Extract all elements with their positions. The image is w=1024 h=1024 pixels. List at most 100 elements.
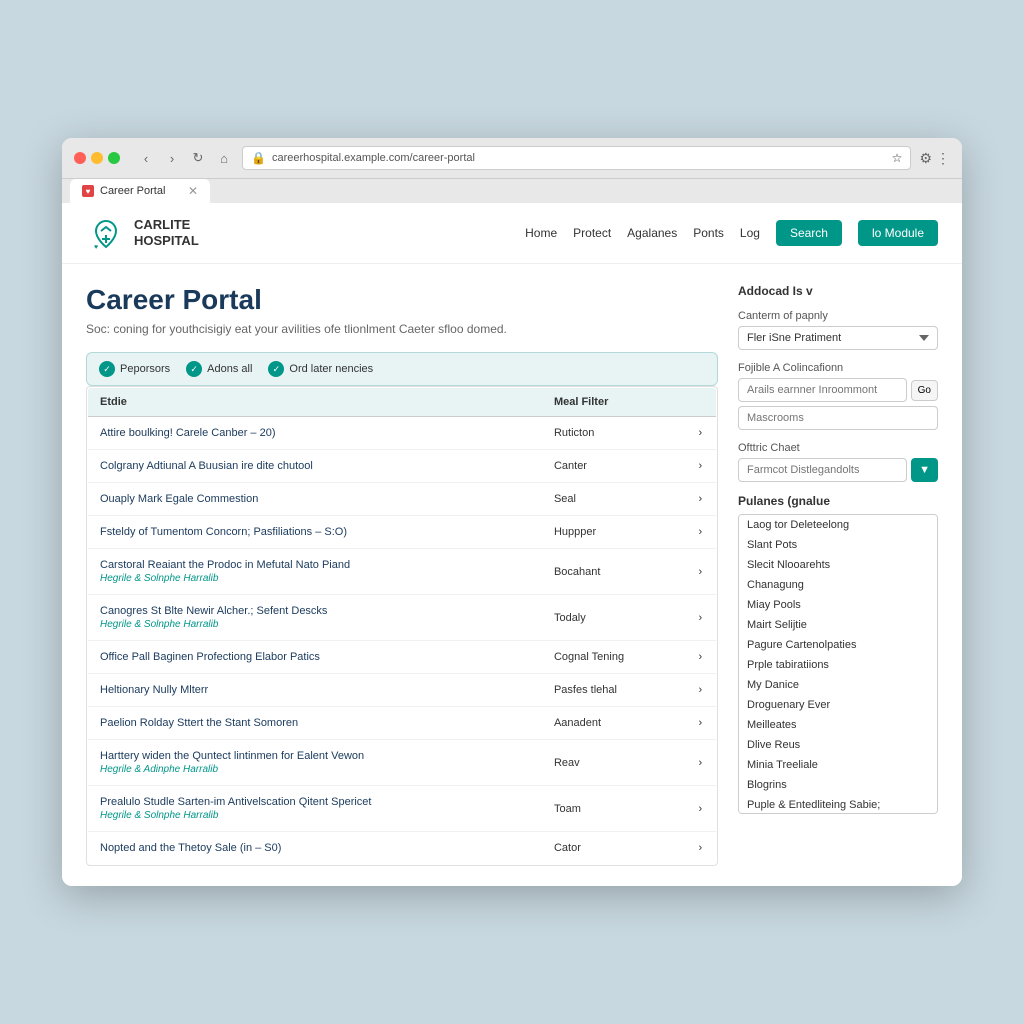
dropdown-item[interactable]: Laog tor Deleteelong (739, 515, 937, 535)
traffic-lights (74, 152, 120, 164)
dropdown-item[interactable]: Droguenary Ever (739, 695, 937, 715)
row-chevron[interactable]: › (687, 641, 717, 674)
dropdown-item[interactable]: Pagure Cartenolpaties (739, 635, 937, 655)
site-header: ♥ CARLITE HOSPITAL Home Protect Agalanes… (62, 203, 962, 264)
job-title: Fsteldy of Tumentom Concorn; Pasfiliatio… (100, 526, 530, 538)
row-chevron[interactable]: › (687, 595, 717, 641)
browser-titlebar: ‹ › ↻ ⌂ 🔒 careerhospital.example.com/car… (62, 138, 962, 179)
home-button[interactable]: ⌂ (214, 148, 234, 168)
close-button[interactable] (74, 152, 86, 164)
pill-peporsors[interactable]: ✓ Peporsors (99, 361, 170, 377)
dropdown-item[interactable]: My Danice (739, 675, 937, 695)
table-row[interactable]: Canogres St Blte Newir Alcher.; Sefent D… (88, 595, 717, 641)
pill-label-2: Adons all (207, 363, 252, 375)
row-chevron[interactable]: › (687, 786, 717, 832)
tab-bar: ♥ Career Portal ✕ (62, 179, 962, 203)
tab-close-button[interactable]: ✕ (188, 184, 198, 198)
row-chevron[interactable]: › (687, 450, 717, 483)
table-row[interactable]: Harttery widen the Quntect lintinmen for… (88, 740, 717, 786)
pill-ord[interactable]: ✓ Ord later nencies (268, 361, 373, 377)
table-row[interactable]: Colgrany Adtiunal A Buusian ire dite chu… (88, 450, 717, 483)
module-button[interactable]: lo Module (858, 220, 938, 246)
sidebar-title: Addocad Is v (738, 284, 938, 298)
nav-protect[interactable]: Protect (573, 226, 611, 240)
dropdown-item[interactable]: Minia Treeliale (739, 755, 937, 775)
job-location: Reav (542, 740, 687, 786)
table-row[interactable]: Prealulo Studle Sarten-im Antivelscation… (88, 786, 717, 832)
row-chevron[interactable]: › (687, 549, 717, 595)
row-chevron[interactable]: › (687, 516, 717, 549)
job-location: Pasfes tlehal (542, 674, 687, 707)
dept-input[interactable] (738, 458, 907, 482)
table-row[interactable]: Ouaply Mark Egale Commestion Seal› (88, 483, 717, 516)
dropdown-item[interactable]: Slecit Nlooarehts (739, 555, 937, 575)
dropdown-item[interactable]: Blogrins (739, 775, 937, 795)
minimize-button[interactable] (91, 152, 103, 164)
table-row[interactable]: Office Pall Baginen Profectiong Elabor P… (88, 641, 717, 674)
dropdown-filter: Pulanes (gnalue Laog tor DeleteelongSlan… (738, 494, 938, 814)
job-title: Harttery widen the Quntect lintinmen for… (100, 750, 530, 762)
row-chevron[interactable]: › (687, 707, 717, 740)
eligibility-input-2[interactable] (738, 406, 938, 430)
jobs-table-wrapper: Etdie Meal Filter Attire boulking! Carel… (86, 386, 718, 866)
page-subtitle: Soc: coning for youthcisigiy eat your av… (86, 322, 718, 336)
nav-home[interactable]: Home (525, 226, 557, 240)
eligibility-input[interactable] (738, 378, 907, 402)
dropdown-item[interactable]: Miay Pools (739, 595, 937, 615)
table-row[interactable]: Heltionary Nully MlterrPasfes tlehal› (88, 674, 717, 707)
pill-label: Peporsors (120, 363, 170, 375)
eligibility-label: Fojible A Colincafionn (738, 362, 938, 374)
nav-log[interactable]: Log (740, 226, 760, 240)
reload-button[interactable]: ↻ (188, 148, 208, 168)
row-chevron[interactable]: › (687, 674, 717, 707)
browser-nav: ‹ › ↻ ⌂ (136, 148, 234, 168)
nav-agalanes[interactable]: Agalanes (627, 226, 677, 240)
pill-label-3: Ord later nencies (289, 363, 373, 375)
row-chevron[interactable]: › (687, 832, 717, 865)
logo-icon: ♥ (86, 213, 126, 253)
table-row[interactable]: Paelion Rolday Sttert the Stant SomorenA… (88, 707, 717, 740)
table-row[interactable]: Carstoral Reaiant the Prodoc in Mefutal … (88, 549, 717, 595)
dropdown-item[interactable]: Puple & Entedliteing Sabie; (739, 795, 937, 814)
extensions-icon[interactable]: ⚙ (919, 150, 932, 167)
pill-adons[interactable]: ✓ Adons all (186, 361, 252, 377)
dropdown-item[interactable]: Mairt Selijtie (739, 615, 937, 635)
main-content: Career Portal Soc: coning for youthcisig… (62, 264, 962, 886)
eligibility-button[interactable]: Go (911, 380, 938, 401)
table-row[interactable]: Nopted and the Thetoy Sale (in – S0)Cato… (88, 832, 717, 865)
job-subtitle: Hegrile & Solnphe Harralib (100, 573, 530, 584)
job-subtitle: Hegrile & Solnphe Harralib (100, 810, 530, 821)
dropdown-item[interactable]: Prple tabiratiions (739, 655, 937, 675)
menu-icon[interactable]: ⋮ (936, 150, 950, 167)
url-text: careerhospital.example.com/career-portal (272, 152, 886, 164)
dropdown-item[interactable]: Meilleates (739, 715, 937, 735)
tab-label: Career Portal (100, 185, 165, 197)
row-chevron[interactable]: › (687, 483, 717, 516)
filter-pills: ✓ Peporsors ✓ Adons all ✓ Ord later nenc… (86, 352, 718, 386)
contract-select[interactable]: Fler iSne Pratiment (738, 326, 938, 350)
back-button[interactable]: ‹ (136, 148, 156, 168)
table-row[interactable]: Fsteldy of Tumentom Concorn; Pasfiliatio… (88, 516, 717, 549)
row-chevron[interactable]: › (687, 740, 717, 786)
job-subtitle: Hegrile & Solnphe Harralib (100, 619, 530, 630)
dropdown-item[interactable]: Dlive Reus (739, 735, 937, 755)
tab-favicon: ♥ (82, 185, 94, 197)
job-title: Ouaply Mark Egale Commestion (100, 493, 530, 505)
maximize-button[interactable] (108, 152, 120, 164)
lock-icon: 🔒 (251, 151, 266, 165)
dropdown-item[interactable]: Chanagung (739, 575, 937, 595)
job-subtitle: Hegrile & Adinphe Harralib (100, 764, 530, 775)
dropdown-item[interactable]: Slant Pots (739, 535, 937, 555)
job-location: Todaly (542, 595, 687, 641)
job-location: Canter (542, 450, 687, 483)
active-tab[interactable]: ♥ Career Portal ✕ (70, 179, 210, 203)
nav-ponts[interactable]: Ponts (693, 226, 724, 240)
row-chevron[interactable]: › (687, 417, 717, 450)
job-location: Seal (542, 483, 687, 516)
address-bar[interactable]: 🔒 careerhospital.example.com/career-port… (242, 146, 911, 170)
star-icon[interactable]: ☆ (892, 151, 903, 165)
dept-dropdown-button[interactable]: ▼ (911, 458, 938, 482)
forward-button[interactable]: › (162, 148, 182, 168)
search-button[interactable]: Search (776, 220, 842, 246)
table-row[interactable]: Attire boulking! Carele Canber – 20)Ruti… (88, 417, 717, 450)
